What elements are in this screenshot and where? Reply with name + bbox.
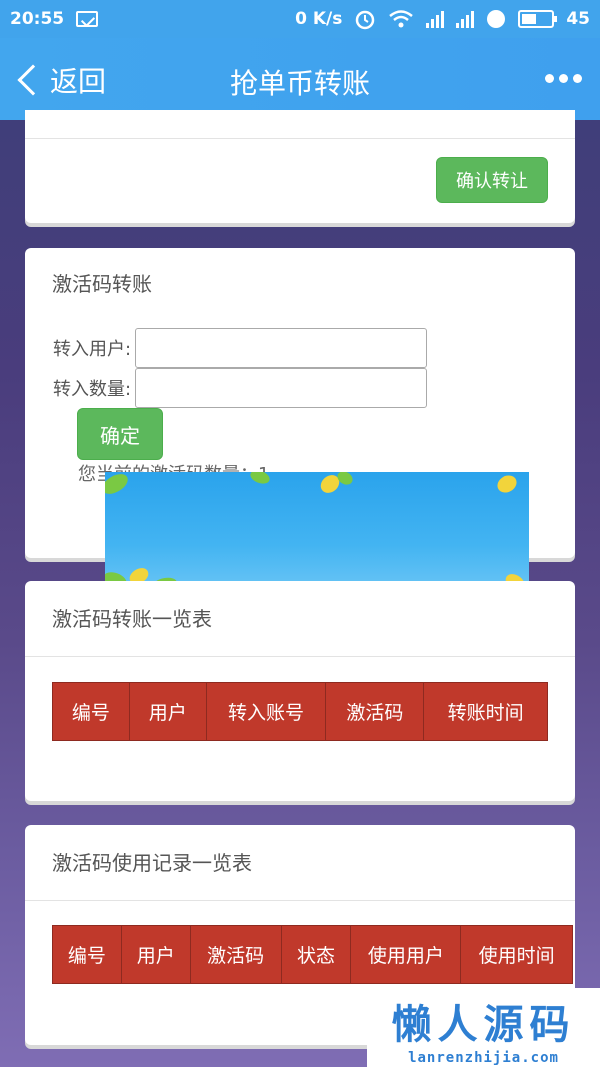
watermark-url: lanrenzhijia.com <box>408 1050 559 1066</box>
column-header: 激活码 <box>325 682 425 741</box>
column-header: 状态 <box>280 925 352 984</box>
battery-icon <box>518 10 558 28</box>
usage-list-table: 编号 用户 激活码 状态 使用用户 使用时间 <box>52 925 573 984</box>
card-title: 激活码使用记录一览表 <box>52 851 252 875</box>
watermark-title: 懒人源码 <box>391 1002 576 1048</box>
page-title: 抢单币转账 <box>229 67 370 100</box>
column-header: 激活码 <box>189 925 282 984</box>
signal-4g-icon <box>426 10 445 28</box>
transfer-user-input[interactable] <box>135 328 428 368</box>
nav-bar: 返回 抢单币转账 <box>0 38 600 120</box>
watermark-logo: 懒人源码 lanrenzhijia.com <box>367 988 600 1067</box>
transfer-quantity-row: 转入数量: <box>53 368 428 408</box>
card-title: 激活码转账一览表 <box>52 607 212 631</box>
message-icon <box>76 11 99 27</box>
battery-level: 45 <box>566 9 590 29</box>
transfer-quantity-label: 转入数量: <box>53 379 132 400</box>
transfer-list-table: 编号 用户 转入账号 激活码 转账时间 <box>52 682 548 741</box>
status-time: 20:55 <box>10 9 65 29</box>
column-header: 编号 <box>52 682 130 741</box>
wifi-icon <box>388 9 414 29</box>
column-header: 转入账号 <box>205 682 327 741</box>
transfer-coin-card: 确认转让 <box>25 110 575 223</box>
signal-icon <box>456 10 475 28</box>
ad-banner[interactable] <box>105 472 529 594</box>
more-dots-icon[interactable] <box>545 74 582 83</box>
column-header: 用户 <box>120 925 191 984</box>
status-bar: 20:55 0 K/s 45 <box>0 0 600 38</box>
column-header: 编号 <box>52 925 122 984</box>
transfer-user-row: 转入用户: <box>53 328 428 368</box>
table-header-row: 编号 用户 激活码 状态 使用用户 使用时间 <box>52 925 573 984</box>
column-header: 使用时间 <box>460 925 573 984</box>
alarm-icon <box>354 8 376 30</box>
card-title: 激活码转账 <box>52 271 152 296</box>
confirm-transfer-button[interactable]: 确认转让 <box>436 157 548 203</box>
status-right: 0 K/s 45 <box>295 8 590 30</box>
column-header: 转账时间 <box>423 682 548 741</box>
column-header: 使用用户 <box>350 925 462 984</box>
hd-icon <box>486 9 506 29</box>
leaf-decoration-icon <box>105 472 525 591</box>
net-speed: 0 K/s <box>295 9 343 29</box>
table-header-row: 编号 用户 转入账号 激活码 转账时间 <box>52 682 548 741</box>
divider <box>25 138 575 139</box>
column-header: 用户 <box>128 682 207 741</box>
ok-button[interactable]: 确定 <box>77 408 163 460</box>
transfer-user-label: 转入用户: <box>53 339 132 360</box>
divider <box>25 900 575 901</box>
transfer-quantity-input[interactable] <box>135 368 428 408</box>
divider <box>25 656 575 657</box>
